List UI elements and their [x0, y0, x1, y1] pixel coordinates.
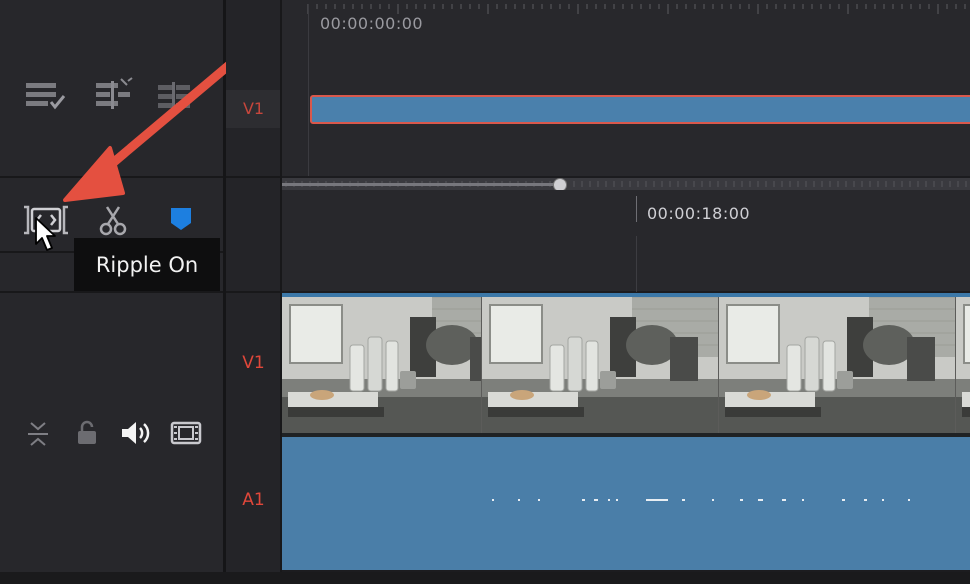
upper-video-clip[interactable]: [310, 95, 970, 124]
video-thumbnail: [719, 297, 955, 433]
bottom-bar: [0, 572, 970, 584]
panel-divider: [226, 176, 281, 178]
audio-speaker-icon[interactable]: [120, 420, 154, 446]
blade-cut-icon[interactable]: [98, 204, 128, 236]
track-label-v1-upper: V1: [242, 99, 265, 118]
video-clip[interactable]: [282, 297, 970, 433]
collapse-track-icon[interactable]: [26, 420, 50, 448]
marker-flag-icon[interactable]: [168, 205, 194, 233]
mouse-cursor-icon: [35, 217, 56, 251]
video-thumbnail: [956, 297, 970, 433]
track-label-a1: A1: [242, 490, 265, 510]
tooltip: Ripple On: [74, 238, 220, 291]
ruler-major-tick: [636, 196, 637, 222]
audio-waveform: [492, 499, 910, 501]
panel-divider: [226, 291, 281, 293]
zoom-scrollbar-fill: [282, 183, 560, 186]
ruler-timecode: 00:00:18:00: [647, 204, 751, 223]
panel-divider: [0, 291, 223, 293]
upper-start-marker: [308, 4, 309, 176]
film-clip-icon[interactable]: [170, 421, 202, 445]
upper-timecode: 00:00:00:00: [320, 14, 424, 33]
track-label-v1: V1: [242, 353, 265, 373]
lock-track-icon[interactable]: [76, 420, 98, 446]
video-thumbnail: [482, 297, 718, 433]
timeline-ruler[interactable]: [282, 190, 970, 291]
video-thumbnail: [282, 297, 481, 433]
ruler-guide-line: [636, 236, 637, 292]
